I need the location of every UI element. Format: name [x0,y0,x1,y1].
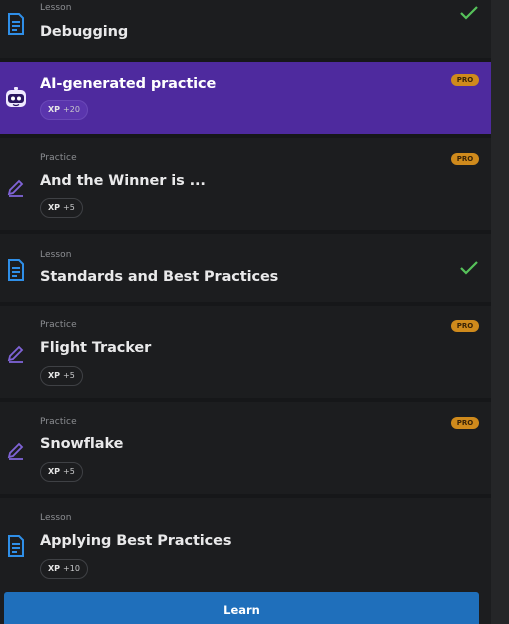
completed-check-icon [459,5,479,21]
item-kind-label: Lesson [40,513,72,523]
lesson-doc-icon [6,259,26,281]
xp-value: +10 [63,564,80,573]
item-title: AI-generated practice [40,76,217,92]
practice-pencil-icon [6,439,26,461]
item-title: Applying Best Practices [40,533,232,549]
item-kind-label: Practice [40,153,77,163]
item-title: Debugging [40,24,129,40]
practice-pencil-icon [6,342,26,364]
list-item-ai-generated-practice[interactable]: AI-generated practice XP +20 PRO [0,62,491,134]
lesson-doc-icon [6,13,26,35]
item-title: Snowflake [40,436,124,452]
xp-label: XP [48,564,61,573]
xp-label: XP [48,105,61,114]
lesson-list-panel: Lesson Debugging AI-generated practice X… [0,0,491,624]
item-kind-label: Lesson [40,3,72,13]
item-title: Standards and Best Practices [40,269,279,285]
pro-badge: PRO [451,320,479,332]
ai-bot-icon [4,86,28,110]
pro-badge: PRO [451,153,479,165]
xp-value: +5 [63,467,75,476]
list-item-standards-and-best-practices[interactable]: Lesson Standards and Best Practices [0,234,491,302]
item-kind-label: Practice [40,320,77,330]
list-item-applying-best-practices[interactable]: Lesson Applying Best Practices XP +10 [0,498,491,594]
item-kind-label: Practice [40,417,77,427]
pro-badge: PRO [451,74,479,86]
xp-badge: XP +5 [40,462,83,482]
item-kind-label: Lesson [40,250,72,260]
xp-value: +5 [63,371,75,380]
xp-badge: XP +10 [40,559,88,579]
xp-value: +20 [63,105,80,114]
xp-badge: XP +5 [40,366,83,386]
xp-label: XP [48,203,61,212]
item-title: Flight Tracker [40,340,152,356]
pro-badge: PRO [451,417,479,429]
lesson-doc-icon [6,535,26,557]
learn-button[interactable]: Learn [4,592,479,624]
list-item-snowflake[interactable]: Practice Snowflake XP +5 PRO [0,402,491,494]
completed-check-icon [459,260,479,276]
xp-label: XP [48,467,61,476]
xp-badge: XP +20 [40,100,88,120]
list-item-flight-tracker[interactable]: Practice Flight Tracker XP +5 PRO [0,306,491,398]
xp-value: +5 [63,203,75,212]
xp-badge: XP +5 [40,198,83,218]
list-item-debugging[interactable]: Lesson Debugging [0,0,491,56]
xp-label: XP [48,371,61,380]
item-title: And the Winner is ... [40,173,206,189]
practice-pencil-icon [6,176,26,198]
list-item-and-the-winner-is[interactable]: Practice And the Winner is ... XP +5 PRO [0,138,491,230]
side-rail [491,0,509,624]
